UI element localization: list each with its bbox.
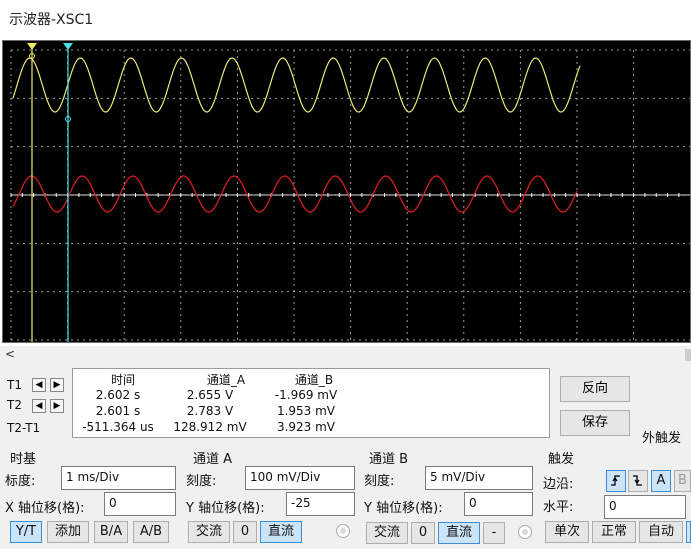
mode-ba-button[interactable]: B/A: [94, 521, 128, 543]
diff-channel-b: 3.923 mV: [276, 420, 336, 434]
t2-right-arrow-icon[interactable]: ▶: [50, 399, 64, 413]
cursor-row-t1: T1 ◀ ▶: [4, 376, 70, 394]
cursor-label-t2: T2: [7, 398, 22, 412]
timebase-scale-label: 标度:: [5, 474, 36, 489]
t1-time: 2.602 s: [95, 388, 141, 402]
trigger-edge-label: 边沿:: [543, 477, 574, 492]
channel-a-scale-input[interactable]: 100 mV/Div: [245, 466, 355, 490]
cursor-t1-marker-icon: [27, 43, 37, 50]
trigger-auto-button[interactable]: 自动: [639, 521, 683, 543]
trigger-single-button[interactable]: 单次: [545, 521, 589, 543]
t2-left-arrow-icon[interactable]: ◀: [32, 399, 46, 413]
scroll-left-icon[interactable]: <: [5, 347, 15, 361]
channel-b-title: 通道 B: [369, 452, 409, 467]
trigger-source-b-button[interactable]: B: [674, 470, 691, 492]
rising-edge-icon[interactable]: [606, 470, 626, 492]
measurement-table: 时间 通道_A 通道_B 2.602 s 2.655 V -1.969 mV 2…: [72, 368, 550, 438]
trigger-source-a-button[interactable]: A: [651, 470, 671, 492]
cursor-t2-marker-icon: [63, 43, 73, 50]
t1-right-arrow-icon[interactable]: ▶: [50, 378, 64, 392]
header-time: 时间: [110, 373, 135, 387]
trigger-level-label: 水平:: [543, 500, 574, 515]
channel-a-ypos-input[interactable]: -25: [286, 492, 355, 516]
trigger-level-input[interactable]: 0: [604, 495, 686, 519]
scope-display[interactable]: [3, 41, 690, 342]
t1-channel-a: 2.655 V: [186, 388, 234, 402]
window-title: 示波器-XSC1: [9, 12, 94, 28]
channel-b-zero-button[interactable]: 0: [411, 522, 435, 544]
t2-time: 2.601 s: [95, 404, 141, 418]
timebase-scale-input[interactable]: 1 ms/Div: [61, 466, 176, 490]
mode-yt-button[interactable]: Y/T: [10, 521, 42, 543]
mode-ab-button[interactable]: A/B: [133, 521, 169, 543]
channel-a-title: 通道 A: [193, 452, 233, 467]
cursor-row-diff: T2-T1: [4, 419, 70, 437]
timebase-xpos-input[interactable]: 0: [104, 492, 176, 516]
cursor-label-t1: T1: [7, 378, 22, 392]
reverse-button[interactable]: 反向: [560, 376, 630, 402]
cursor-row-t2: T2 ◀ ▶: [4, 396, 70, 414]
channel-a-zero-button[interactable]: 0: [233, 521, 257, 543]
trigger-normal-button[interactable]: 正常: [592, 521, 636, 543]
channel-b-ypos-input[interactable]: 0: [464, 492, 533, 516]
t2-channel-b: 1.953 mV: [276, 404, 336, 418]
channel-a-ypos-label: Y 轴位移(格):: [186, 501, 265, 516]
timebase-xpos-label: X 轴位移(格):: [5, 501, 85, 516]
channel-b-trace: [12, 175, 578, 213]
falling-edge-icon[interactable]: [628, 470, 648, 492]
cursor-panel: T1 ◀ ▶ T2 ◀ ▶ T2-T1: [4, 366, 70, 440]
t2-channel-a: 2.783 V: [186, 404, 234, 418]
save-button[interactable]: 保存: [560, 410, 630, 436]
t1-channel-b: -1.969 mV: [274, 388, 338, 402]
channel-a-trace: [12, 57, 581, 113]
horizontal-scrollbar[interactable]: <: [0, 347, 691, 363]
channel-b-dc-button[interactable]: 直流: [438, 522, 480, 544]
mode-add-button[interactable]: 添加: [47, 521, 89, 543]
channel-a-ac-button[interactable]: 交流: [188, 521, 230, 543]
cursor-label-diff: T2-T1: [7, 421, 41, 435]
ext-trigger-label: 外触发: [642, 431, 682, 446]
channel-b-radio[interactable]: [518, 525, 532, 539]
channel-a-dc-button[interactable]: 直流: [260, 521, 302, 543]
diff-time: -511.364 us: [82, 420, 154, 434]
trigger-none-button[interactable]: [686, 521, 691, 543]
channel-b-scale-label: 刻度:: [364, 474, 395, 489]
channel-b-ypos-label: Y 轴位移(格):: [364, 501, 443, 516]
timebase-title: 时基: [10, 452, 37, 467]
t1-left-arrow-icon[interactable]: ◀: [32, 378, 46, 392]
channel-b-ac-button[interactable]: 交流: [366, 522, 408, 544]
scroll-thumb[interactable]: [685, 349, 691, 361]
header-channel-a: 通道_A: [206, 373, 246, 387]
title-bar: 示波器-XSC1: [0, 0, 691, 38]
trigger-title: 触发: [548, 452, 575, 467]
channel-a-radio[interactable]: [336, 524, 350, 538]
channel-b-scale-input[interactable]: 5 mV/Div: [425, 466, 533, 490]
channel-b-minus-button[interactable]: -: [483, 522, 505, 544]
channel-a-scale-label: 刻度:: [186, 474, 217, 489]
diff-channel-a: 128.912 mV: [173, 420, 247, 434]
header-channel-b: 通道_B: [294, 373, 334, 387]
scope-screen[interactable]: [2, 40, 691, 343]
